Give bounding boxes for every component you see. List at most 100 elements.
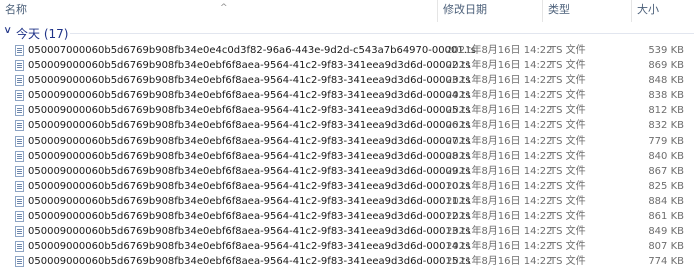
file-size: 867 KB — [648, 165, 684, 177]
file-size: 840 KB — [648, 150, 684, 162]
file-row[interactable]: 050009000060b5d6769b908fb34e0ebf6f8aea-9… — [0, 73, 700, 88]
file-name: 050009000060b5d6769b908fb34e0ebf6f8aea-9… — [28, 120, 471, 132]
file-type: TS 文件 — [550, 45, 586, 56]
file-date-modified: 2021年8月16日 14:22 — [446, 241, 553, 253]
file-type: TS 文件 — [550, 150, 586, 162]
file-size: 884 KB — [648, 195, 684, 207]
file-size: 832 KB — [648, 120, 684, 132]
file-name: 050009000060b5d6769b908fb34e0ebf6f8aea-9… — [28, 150, 471, 162]
file-row[interactable]: 050009000060b5d6769b908fb34e0ebf6f8aea-9… — [0, 209, 700, 224]
file-size: 779 KB — [648, 135, 684, 147]
column-header-type[interactable]: 类型 — [543, 0, 632, 22]
file-name: 050009000060b5d6769b908fb34e0ebf6f8aea-9… — [28, 60, 471, 72]
document-icon — [15, 45, 24, 56]
sort-up-icon: ^ — [220, 3, 228, 13]
group-divider — [70, 33, 694, 34]
file-size: 812 KB — [648, 105, 684, 117]
file-name: 050009000060b5d6769b908fb34e0ebf6f8aea-9… — [28, 241, 471, 253]
file-size: 774 KB — [648, 256, 684, 268]
file-size: 849 KB — [648, 226, 684, 238]
group-header-today[interactable]: ∨ 今天 (17) — [0, 22, 700, 44]
column-header-type-label: 类型 — [548, 3, 570, 16]
file-type: TS 文件 — [550, 195, 586, 207]
file-type: TS 文件 — [550, 135, 586, 147]
file-date-modified: 2021年8月16日 14:22 — [446, 120, 553, 132]
document-icon — [15, 165, 24, 177]
file-type: TS 文件 — [550, 120, 586, 132]
file-type: TS 文件 — [550, 165, 586, 177]
file-name: 050009000060b5d6769b908fb34e0ebf6f8aea-9… — [28, 105, 471, 117]
file-row[interactable]: 050009000060b5d6769b908fb34e0ebf6f8aea-9… — [0, 134, 700, 149]
file-row[interactable]: 050009000060b5d6769b908fb34e0ebf6f8aea-9… — [0, 239, 700, 254]
column-header-row: 名称 ^ 修改日期 类型 大小 — [0, 0, 700, 22]
file-type: TS 文件 — [550, 211, 586, 223]
file-date-modified: 2021年8月16日 14:22 — [446, 135, 553, 147]
file-date-modified: 2021年8月16日 14:22 — [446, 211, 553, 223]
chevron-down-icon[interactable]: ∨ — [3, 25, 12, 36]
file-date-modified: 2021年8月16日 14:22 — [446, 45, 553, 56]
document-icon — [15, 180, 24, 192]
file-row[interactable]: 050009000060b5d6769b908fb34e0ebf6f8aea-9… — [0, 118, 700, 133]
file-type: TS 文件 — [550, 241, 586, 253]
group-title: 今天 (17) — [16, 27, 69, 41]
column-header-size-label: 大小 — [637, 3, 659, 16]
file-name: 050007000060b5d6769b908fb34e0e4c0d3f82-9… — [28, 45, 476, 56]
file-size: 861 KB — [648, 211, 684, 223]
document-icon — [15, 60, 24, 72]
file-name: 050009000060b5d6769b908fb34e0ebf6f8aea-9… — [28, 165, 471, 177]
column-header-name-label: 名称 — [5, 3, 27, 16]
document-icon — [15, 211, 24, 223]
file-size: 807 KB — [648, 241, 684, 253]
document-icon — [15, 256, 24, 268]
file-name: 050009000060b5d6769b908fb34e0ebf6f8aea-9… — [28, 195, 471, 207]
file-type: TS 文件 — [550, 226, 586, 238]
document-icon — [15, 120, 24, 132]
document-icon — [15, 226, 24, 238]
file-row[interactable]: 050009000060b5d6769b908fb34e0ebf6f8aea-9… — [0, 58, 700, 73]
document-icon — [15, 150, 24, 162]
file-name: 050009000060b5d6769b908fb34e0ebf6f8aea-9… — [28, 226, 471, 238]
document-icon — [15, 105, 24, 117]
file-type: TS 文件 — [550, 256, 586, 268]
file-name: 050009000060b5d6769b908fb34e0ebf6f8aea-9… — [28, 135, 471, 147]
file-type: TS 文件 — [550, 180, 586, 192]
file-row[interactable]: 050007000060b5d6769b908fb34e0e4c0d3f82-9… — [0, 43, 700, 58]
file-date-modified: 2021年8月16日 14:22 — [446, 150, 553, 162]
document-icon — [15, 90, 24, 102]
file-type: TS 文件 — [550, 60, 586, 72]
file-size: 825 KB — [648, 180, 684, 192]
file-size: 539 KB — [648, 45, 684, 56]
document-icon — [15, 75, 24, 87]
file-type: TS 文件 — [550, 105, 586, 117]
file-date-modified: 2021年8月16日 14:22 — [446, 195, 553, 207]
file-row[interactable]: 050009000060b5d6769b908fb34e0ebf6f8aea-9… — [0, 179, 700, 194]
file-explorer-details-view: 名称 ^ 修改日期 类型 大小 ∨ 今天 (17) 050007000060b5… — [0, 0, 700, 271]
column-header-name[interactable]: 名称 ^ — [0, 0, 437, 22]
file-size: 848 KB — [648, 75, 684, 87]
file-type: TS 文件 — [550, 75, 586, 87]
column-header-size[interactable]: 大小 — [632, 0, 700, 22]
file-name: 050009000060b5d6769b908fb34e0ebf6f8aea-9… — [28, 211, 471, 223]
file-date-modified: 2021年8月16日 14:22 — [446, 256, 553, 268]
file-row[interactable]: 050009000060b5d6769b908fb34e0ebf6f8aea-9… — [0, 194, 700, 209]
document-icon — [15, 241, 24, 253]
column-header-date-modified[interactable]: 修改日期 — [438, 0, 543, 22]
file-name: 050009000060b5d6769b908fb34e0ebf6f8aea-9… — [28, 90, 471, 102]
document-icon — [15, 135, 24, 147]
file-name: 050009000060b5d6769b908fb34e0ebf6f8aea-9… — [28, 256, 471, 268]
file-row[interactable]: 050009000060b5d6769b908fb34e0ebf6f8aea-9… — [0, 103, 700, 118]
file-date-modified: 2021年8月16日 14:22 — [446, 75, 553, 87]
file-row[interactable]: 050009000060b5d6769b908fb34e0ebf6f8aea-9… — [0, 88, 700, 103]
file-row[interactable]: 050009000060b5d6769b908fb34e0ebf6f8aea-9… — [0, 254, 700, 269]
file-date-modified: 2021年8月16日 14:22 — [446, 165, 553, 177]
file-row[interactable]: 050009000060b5d6769b908fb34e0ebf6f8aea-9… — [0, 224, 700, 239]
file-date-modified: 2021年8月16日 14:22 — [446, 105, 553, 117]
file-row[interactable]: 050009000060b5d6769b908fb34e0ebf6f8aea-9… — [0, 149, 700, 164]
document-icon — [15, 195, 24, 207]
file-type: TS 文件 — [550, 90, 586, 102]
file-name: 050009000060b5d6769b908fb34e0ebf6f8aea-9… — [28, 180, 471, 192]
file-date-modified: 2021年8月16日 14:22 — [446, 180, 553, 192]
file-size: 838 KB — [648, 90, 684, 102]
file-date-modified: 2021年8月16日 14:22 — [446, 60, 553, 72]
file-row[interactable]: 050009000060b5d6769b908fb34e0ebf6f8aea-9… — [0, 164, 700, 179]
